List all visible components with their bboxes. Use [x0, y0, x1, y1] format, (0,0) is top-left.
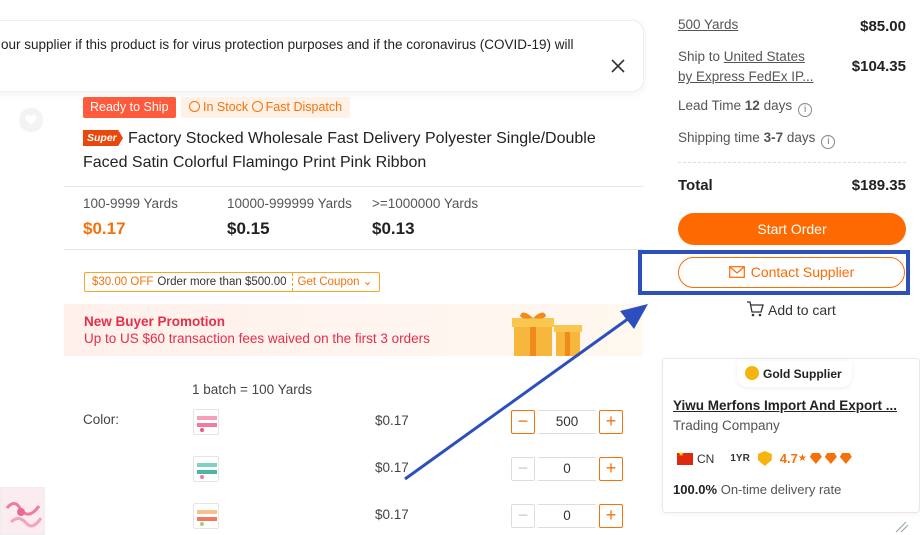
on-time-delivery: 100.0% On-time delivery rate	[673, 482, 841, 497]
diamond-icon	[839, 453, 852, 464]
supplier-name[interactable]: Yiwu Merfons Import And Export ...	[673, 398, 903, 413]
delivery-rate-value: 100.0%	[673, 482, 718, 497]
delivery-rate-label: On-time delivery rate	[717, 482, 842, 497]
gold-supplier-label: Gold Supplier	[763, 367, 842, 381]
diamond-icon	[824, 453, 837, 464]
star-icon: ★	[797, 453, 807, 464]
diamond-icon	[809, 453, 822, 464]
country-code: CN	[697, 451, 715, 466]
china-flag-icon	[677, 450, 693, 465]
resize-handle-icon[interactable]	[892, 520, 912, 534]
gold-medal-icon	[745, 366, 759, 380]
supplier-type: Trading Company	[673, 418, 780, 433]
supplier-card[interactable]: Gold Supplier Yiwu Merfons Import And Ex…	[662, 358, 920, 513]
supplier-rating: 4.7	[779, 451, 798, 466]
gold-supplier-badge: Gold Supplier	[737, 361, 852, 387]
years-badge: 1YR	[730, 453, 750, 464]
supplier-badges: CN 1YR 4.7★	[677, 450, 852, 466]
verified-shield-icon	[757, 451, 772, 466]
